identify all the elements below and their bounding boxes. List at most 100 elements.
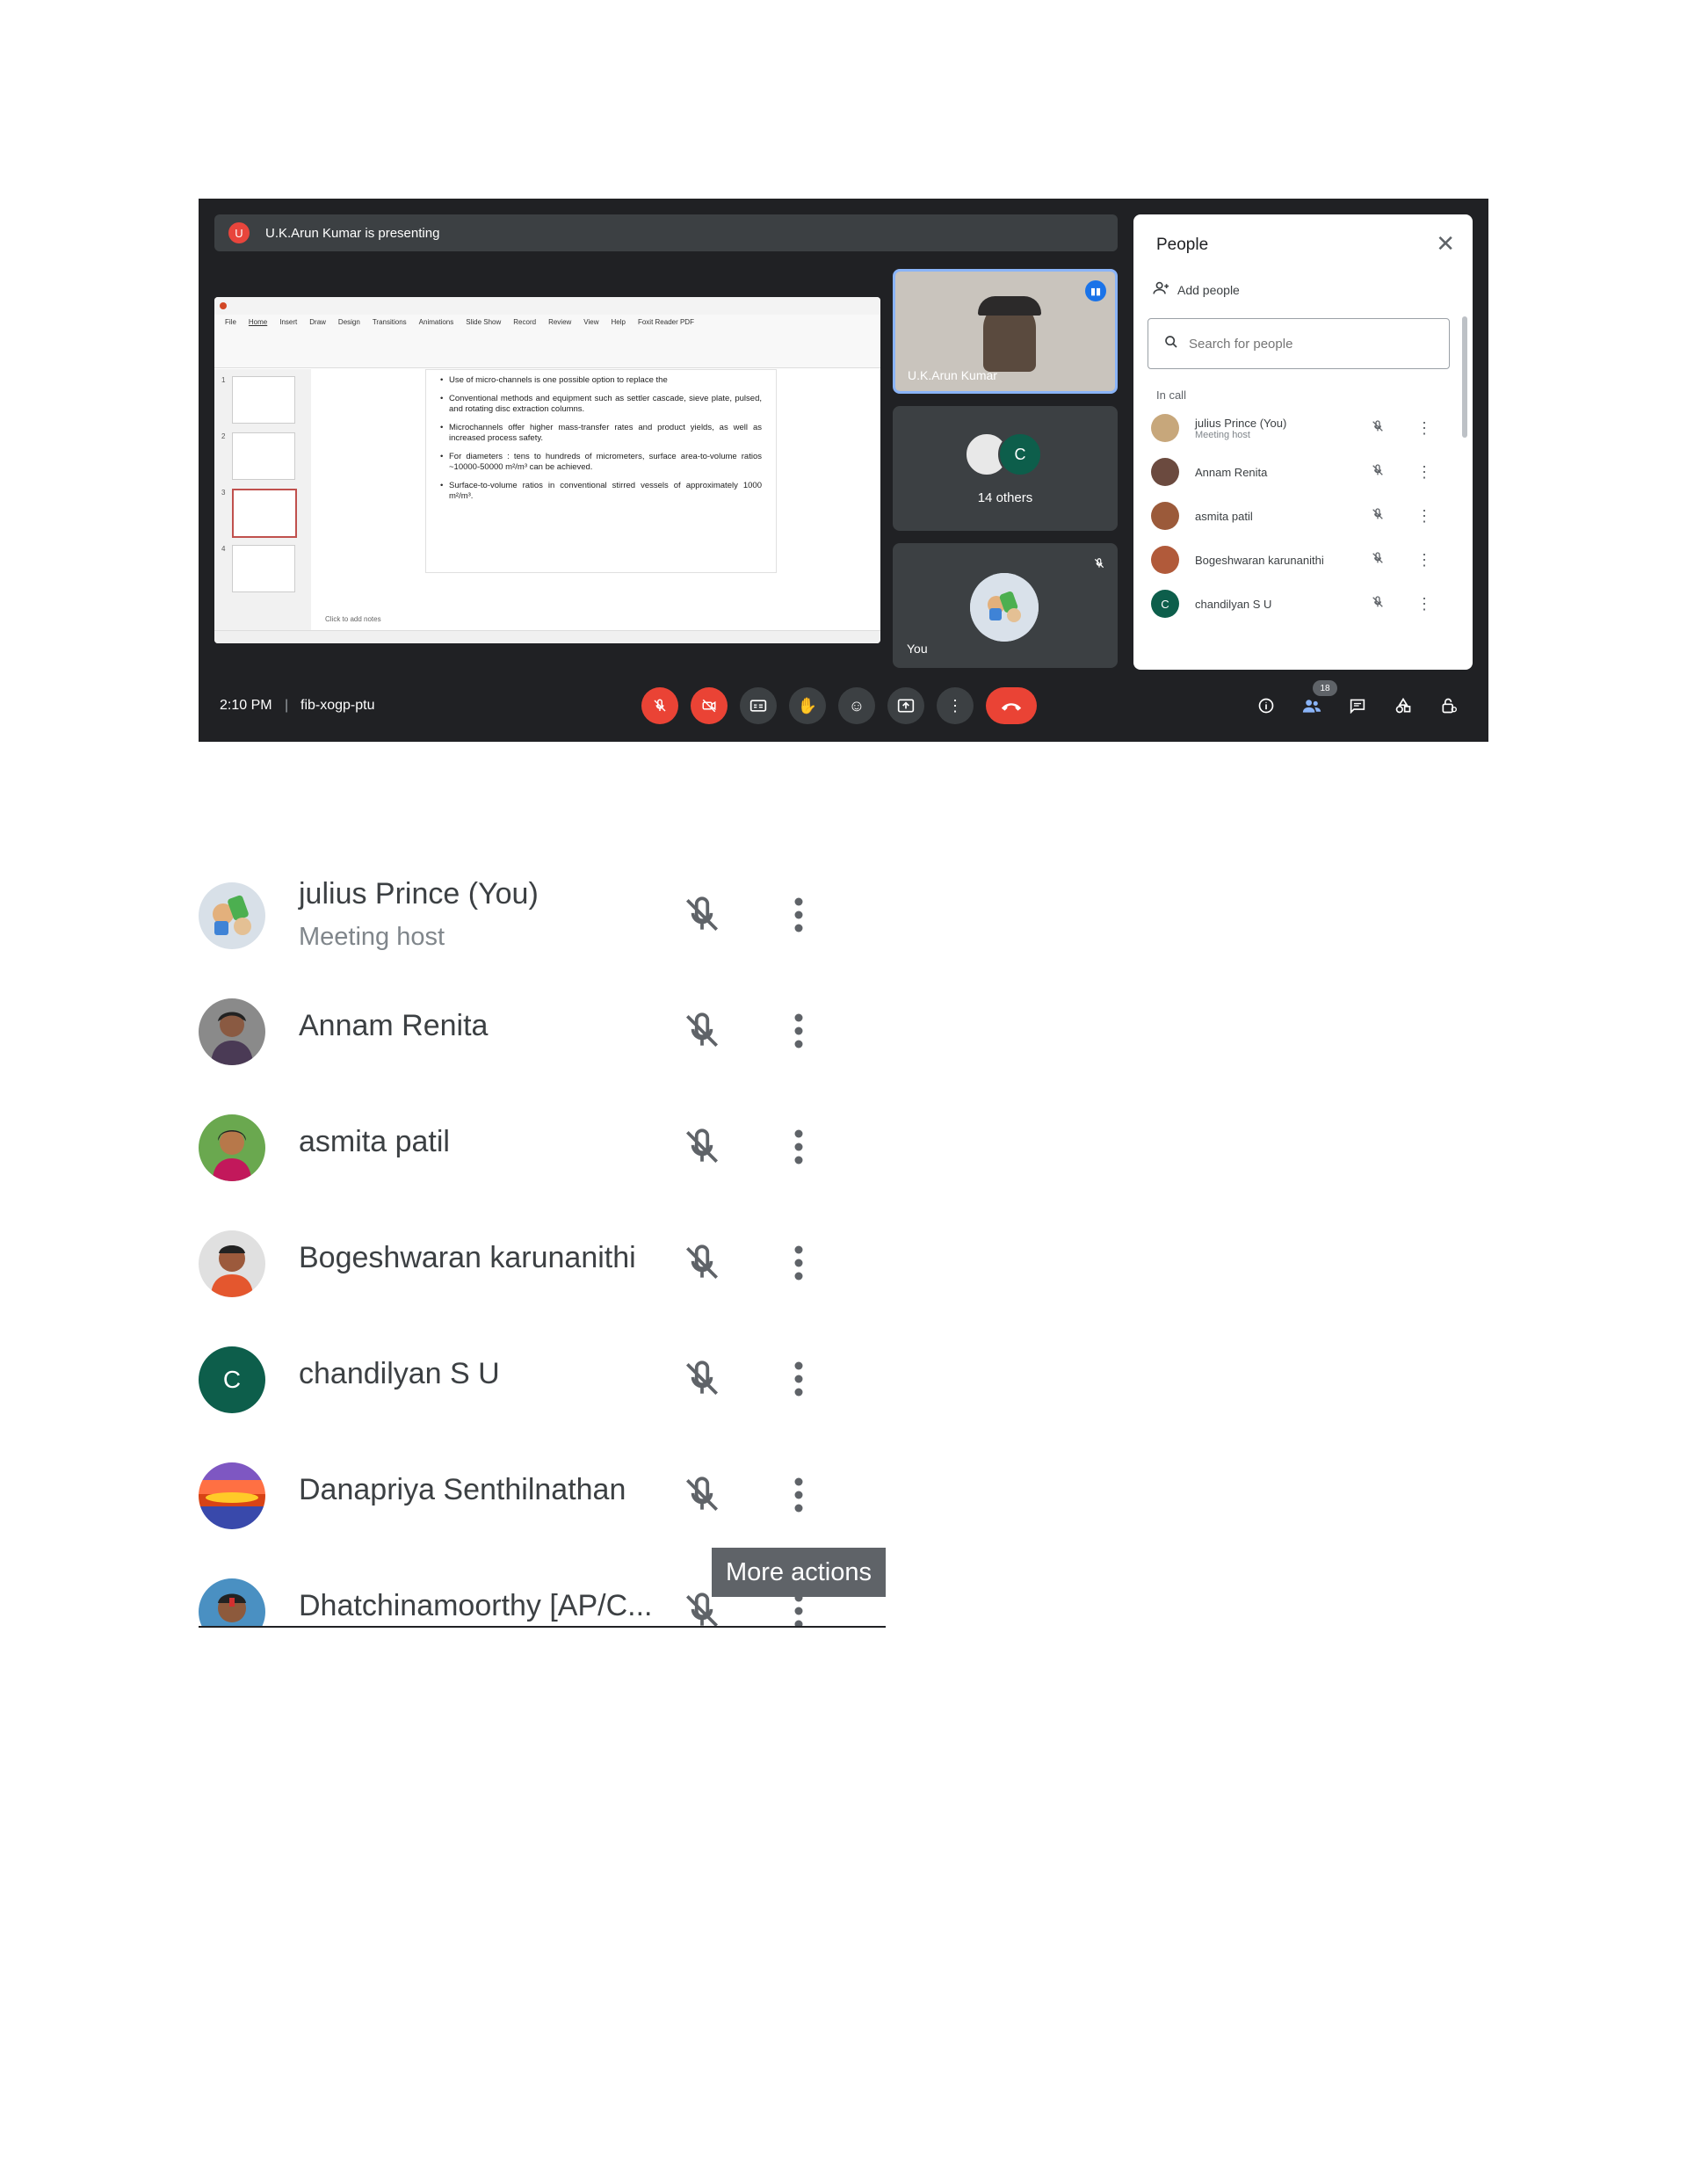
more-vert-icon[interactable] <box>793 896 805 938</box>
more-actions-tooltip: More actions <box>712 1548 886 1597</box>
avatar <box>1151 546 1179 574</box>
participant-name: Bogeshwaran karunanithi <box>299 1241 636 1274</box>
mic-off-icon[interactable] <box>1371 595 1385 613</box>
avatar <box>199 882 265 949</box>
mic-off-icon[interactable] <box>680 1473 724 1521</box>
mic-off-icon[interactable] <box>641 687 678 724</box>
chat-icon[interactable] <box>1343 691 1372 721</box>
info-icon[interactable] <box>1251 691 1281 721</box>
list-item[interactable]: asmita patil <box>199 1109 886 1206</box>
more-vert-icon[interactable] <box>793 1128 805 1170</box>
participant-row[interactable]: julius Prince (You) Meeting host ⋮ <box>1151 406 1450 450</box>
people-search[interactable] <box>1148 318 1450 369</box>
list-item[interactable]: C chandilyan S U <box>199 1341 886 1438</box>
avatar <box>199 1462 265 1529</box>
thumb-number: 4 <box>221 545 226 553</box>
add-people-label: Add people <box>1177 282 1240 297</box>
ppt-status-bar <box>214 630 880 643</box>
slide-canvas: Use of micro-channels is one possible op… <box>425 369 777 573</box>
slide-notes: Click to add notes <box>325 615 381 623</box>
list-item[interactable]: Annam Renita <box>199 993 886 1090</box>
avatar <box>199 1114 265 1181</box>
raise-hand-icon[interactable]: ✋ <box>789 687 826 724</box>
participant-row[interactable]: C chandilyan S U ⋮ <box>1151 582 1450 626</box>
add-people-button[interactable]: Add people <box>1153 281 1240 298</box>
ppt-titlebar <box>214 297 880 315</box>
presenter-tile-name: U.K.Arun Kumar <box>908 368 997 382</box>
more-vert-icon[interactable]: ⋮ <box>1416 595 1432 613</box>
more-vert-icon[interactable]: ⋮ <box>1416 507 1432 526</box>
participant-name: chandilyan S U <box>299 1357 500 1390</box>
ppt-menu-item: File <box>225 317 236 326</box>
close-icon[interactable]: ✕ <box>1436 230 1455 258</box>
participant-role: Meeting host <box>1195 429 1250 440</box>
activities-icon[interactable] <box>1388 691 1418 721</box>
more-vert-icon[interactable] <box>793 1477 805 1518</box>
ppt-menu-bar: File Home Insert Draw Design Transitions… <box>214 315 880 329</box>
list-item[interactable]: Danapriya Senthilnathan <box>199 1457 886 1554</box>
presenter-video-cap <box>978 296 1041 316</box>
others-avatar-initial: C <box>998 432 1042 476</box>
add-person-icon <box>1153 281 1170 298</box>
more-vert-icon[interactable]: ⋮ <box>1416 463 1432 482</box>
mic-off-icon[interactable] <box>1371 507 1385 526</box>
ppt-menu-item: Insert <box>279 317 298 326</box>
participant-row[interactable]: Bogeshwaran karunanithi ⋮ <box>1151 538 1450 582</box>
ppt-menu-item: Record <box>513 317 537 326</box>
mic-off-icon <box>1093 557 1105 572</box>
participant-name: asmita patil <box>1195 509 1253 523</box>
others-tile[interactable]: C 14 others <box>893 406 1118 531</box>
present-icon[interactable] <box>887 687 924 724</box>
people-scrollbar[interactable] <box>1462 316 1467 438</box>
mic-off-icon[interactable] <box>680 1125 724 1173</box>
participant-name: Danapriya Senthilnathan <box>299 1473 626 1506</box>
ppt-menu-item: Home <box>248 317 268 326</box>
ppt-slide-thumbnails: 1 2 3 4 <box>214 369 311 633</box>
more-options-icon[interactable]: ⋮ <box>937 687 974 724</box>
mic-off-icon[interactable] <box>1371 551 1385 570</box>
end-call-icon[interactable] <box>986 687 1037 724</box>
ppt-menu-item: Draw <box>309 317 326 326</box>
search-input[interactable] <box>1187 335 1419 352</box>
bar-separator: | <box>285 698 289 713</box>
participant-row[interactable]: asmita patil ⋮ <box>1151 494 1450 538</box>
mic-off-icon[interactable] <box>680 893 724 941</box>
slide-thumbnail-selected <box>232 489 297 538</box>
ppt-menu-item: Help <box>611 317 626 326</box>
mic-off-icon[interactable] <box>680 1009 724 1057</box>
avatar: C <box>1151 590 1179 618</box>
avatar: C <box>199 1346 265 1413</box>
ppt-menu-item: Foxit Reader PDF <box>637 317 694 326</box>
people-panel: People ✕ Add people In call julius Princ… <box>1133 214 1473 670</box>
self-tile[interactable]: You <box>893 543 1118 668</box>
host-controls-icon[interactable] <box>1434 691 1464 721</box>
in-call-section-label: In call <box>1156 388 1186 402</box>
more-vert-icon[interactable] <box>793 1593 805 1626</box>
emoji-icon[interactable]: ☺ <box>838 687 875 724</box>
captions-icon[interactable] <box>740 687 777 724</box>
presenter-tile[interactable]: ▮▮ U.K.Arun Kumar <box>893 269 1118 394</box>
ppt-menu-item: Animations <box>418 317 454 326</box>
more-vert-icon[interactable] <box>793 1360 805 1402</box>
self-avatar <box>970 573 1039 642</box>
presenting-banner: U U.K.Arun Kumar is presenting <box>214 214 1118 251</box>
camera-off-icon[interactable] <box>691 687 728 724</box>
mic-off-icon[interactable] <box>680 1241 724 1289</box>
meeting-code: fib-xogp-ptu <box>300 698 375 713</box>
participant-row[interactable]: Annam Renita ⋮ <box>1151 450 1450 494</box>
mic-off-icon[interactable] <box>680 1357 724 1405</box>
more-vert-icon[interactable]: ⋮ <box>1416 551 1432 570</box>
more-vert-icon[interactable]: ⋮ <box>1416 419 1432 438</box>
mic-off-icon[interactable] <box>1371 419 1385 438</box>
avatar <box>199 998 265 1065</box>
thumb-number: 2 <box>221 432 226 440</box>
avatar <box>1151 414 1179 442</box>
slide-bullet: Surface-to-volume ratios in conventional… <box>440 481 762 502</box>
slide-bullet: Conventional methods and equipment such … <box>440 394 762 415</box>
list-item[interactable]: Bogeshwaran karunanithi <box>199 1225 886 1322</box>
mic-off-icon[interactable] <box>1371 463 1385 482</box>
more-vert-icon[interactable] <box>793 1012 805 1054</box>
more-vert-icon[interactable] <box>793 1244 805 1286</box>
list-item[interactable]: julius Prince (You) Meeting host <box>199 877 886 974</box>
clock: 2:10 PM <box>220 698 272 713</box>
